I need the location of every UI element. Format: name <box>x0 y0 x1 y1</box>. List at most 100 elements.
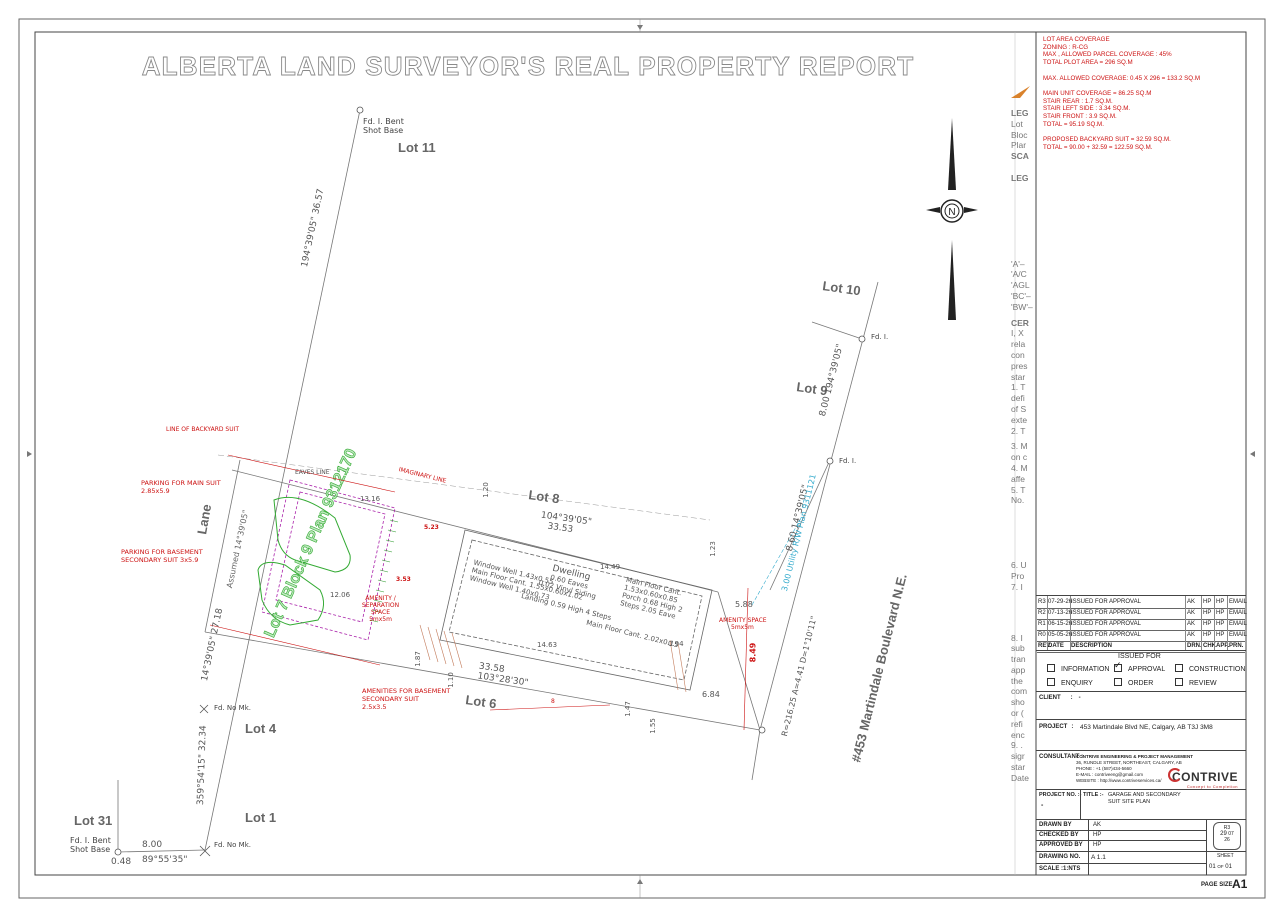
left-marker-icon <box>27 451 32 457</box>
revision-cell-prn: EMAIL <box>1229 610 1248 616</box>
revision-cell-rev: R0 <box>1038 632 1046 638</box>
revision-cell-desc: ISSUED FOR APPROVAL <box>1071 599 1141 605</box>
dim-12-06: 12.06 <box>330 591 351 599</box>
revision-cell-chk: HP <box>1203 621 1212 627</box>
legend-accent-icon <box>1011 86 1030 98</box>
street-label: #453 Martindale Boulevard N.E. <box>848 572 909 764</box>
dim-0-94: 0.94 <box>668 640 684 648</box>
lot-coverage-notes: LOT AREA COVERAGE ZONING : R-CG MAX , ALLO… <box>1043 36 1200 151</box>
revision-cell-prn: EMAIL <box>1229 599 1248 605</box>
revision-cell-date: 05-05-26 <box>1048 632 1073 638</box>
drawn-by-value: AK <box>1093 822 1102 828</box>
dim-1-47: 1.47 <box>623 701 632 717</box>
dim-1-55: 1.55 <box>648 718 657 734</box>
contrive-logo-icon <box>1168 768 1182 782</box>
revision-cell-chk: HP <box>1203 610 1212 616</box>
lot-1-label: Lot 1 <box>245 810 276 825</box>
scale-label: SCALE :1:NTS <box>1039 866 1081 872</box>
revision-cell-app: HP <box>1216 599 1225 605</box>
legend-partial: LEG Lot Bloc Plar SCA LEG 'A'– 'A/C 'AGL 'BC'– '… <box>1011 108 1033 783</box>
dim-6-84: 6.84 <box>702 690 720 699</box>
revision-cell-app: HP <box>1216 632 1225 638</box>
dim-13-16: 13.16 <box>360 495 381 503</box>
revision-cell-prn: PRN. <box>1229 643 1244 649</box>
base-bearing: 89°55'35" <box>142 855 188 865</box>
boundary-lines <box>117 109 879 853</box>
revision-cell-desc: DESCRIPTION <box>1071 643 1113 649</box>
dim-1-87: 1.87 <box>413 651 422 667</box>
title-label: TITLE :- <box>1083 792 1104 798</box>
fd-no-mk-left: Fd. No Mk. <box>214 704 251 712</box>
report-title: ALBERTA LAND SURVEYOR'S REAL PROPERTY RE… <box>142 51 915 81</box>
fd-no-mk-bottom: Fd. No Mk. <box>214 841 251 849</box>
lot-11-label: Lot 11 <box>398 140 436 155</box>
dim-5-88: 5.88 <box>735 600 753 609</box>
dim-3-53: 3.53 <box>396 576 411 583</box>
revision-cell-desc: ISSUED FOR APPROVAL <box>1071 632 1141 638</box>
fd-i-2: Fd. I. <box>839 457 857 465</box>
revision-cell-chk: HP <box>1203 632 1212 638</box>
lot-8-label: Lot 8 <box>528 487 561 506</box>
lot-31-label: Lot 31 <box>74 813 112 828</box>
lot-4-label: Lot 4 <box>245 721 277 736</box>
revision-cell-prn: EMAIL <box>1229 632 1248 638</box>
approved-by-label: APPROVED BY <box>1039 842 1083 848</box>
base-dist: 8.00 <box>142 840 163 850</box>
revision-cell-app: HP <box>1216 621 1225 627</box>
lot-10-label: Lot 10 <box>822 278 862 298</box>
revision-cell-date: 06-15-26 <box>1048 621 1073 627</box>
issued-review[interactable]: REVIEW <box>1175 678 1217 687</box>
fd-bent-top: Fd. I. Bent Shot Base <box>363 117 404 135</box>
right-marker-icon <box>1250 451 1255 457</box>
eaves-line-note: EAVES LINE <box>295 469 330 476</box>
drawing-sheet: ALBERTA LAND SURVEYOR'S REAL PROPERTY RE… <box>0 0 1280 909</box>
svg-text:N: N <box>948 207 955 218</box>
fd-bent-bottom: Fd. I. Bent Shot Base <box>70 836 111 854</box>
issued-construction[interactable]: CONSTRUCTION <box>1175 664 1245 673</box>
checked-by-value: HP <box>1093 832 1102 838</box>
revision-cell-chk: HP <box>1203 599 1212 605</box>
checked-by-label: CHECKED BY <box>1039 832 1079 838</box>
revision-cell-drn: AK <box>1187 610 1196 616</box>
revision-cell-drn: AK <box>1187 632 1196 638</box>
drawing-no-value: A 1.1 <box>1091 854 1106 861</box>
revision-cell-rev: R1 <box>1038 621 1046 627</box>
revision-cell-rev: R3 <box>1038 599 1046 605</box>
title-value: GARAGE AND SECONDARY SUIT SITE PLAN <box>1108 792 1181 805</box>
issued-information[interactable]: INFORMATION <box>1047 664 1109 673</box>
sheet-count: 01 OF 01 <box>1209 864 1232 870</box>
parking-main-note: PARKING FOR MAIN SUIT 2.85x5.9 <box>141 479 221 495</box>
revision-cell-app: HP <box>1216 610 1225 616</box>
issued-enquiry[interactable]: ENQUIRY <box>1047 678 1093 687</box>
parking-basement-note: PARKING FOR BASEMENT SECONDARY SUIT 3x5.9 <box>121 548 203 564</box>
amenities-basement-note: AMENITIES FOR BASEMENT SECONDARY SUIT 2.5x… <box>362 687 451 711</box>
revision-cell-rev: R2 <box>1038 610 1046 616</box>
revision-cell-drn: DRN. <box>1187 643 1202 649</box>
revision-cell-desc: ISSUED FOR APPROVAL <box>1071 621 1141 627</box>
revision-cell-drn: AK <box>1187 599 1196 605</box>
project-no-value: - <box>1041 802 1044 809</box>
dim-1-23: 1.23 <box>708 541 717 557</box>
project-no-label: PROJECT NO. :- <box>1039 792 1082 798</box>
dim-5-23: 5.23 <box>424 524 439 531</box>
issued-approval[interactable]: APPROVAL <box>1114 660 1165 673</box>
revision-cell-prn: EMAIL <box>1229 621 1248 627</box>
amenity-space-note: AMENITY SPACE 5mx5m <box>719 617 767 631</box>
revision-cell-date: 07-29-26 <box>1048 599 1073 605</box>
page-size-value: A1 <box>1232 877 1248 891</box>
backyard-suit-note: LINE OF BACKYARD SUIT <box>166 426 240 433</box>
dim-14-49: 14.49 <box>600 563 621 571</box>
dim-14-63: 14.63 <box>537 641 558 649</box>
dim-1-10: 1.10 <box>446 672 455 688</box>
drawing-no-label: DRAWING NO. <box>1039 854 1081 860</box>
fd-i-1: Fd. I. <box>871 333 889 341</box>
amenity-separation-note: AMENITY / SEPARATION SPACE 5mx5m <box>361 595 400 623</box>
drawn-by-label: DRAWN BY <box>1039 822 1072 828</box>
revision-cell-desc: ISSUED FOR APPROVAL <box>1071 610 1141 616</box>
issued-for-title: ISSUED FOR <box>1118 653 1161 660</box>
lot-6-label: Lot 6 <box>465 692 498 711</box>
lane-label: Lane <box>194 503 214 535</box>
north-arrow-icon: N <box>926 118 978 320</box>
revision-cell-drn: AK <box>1187 621 1196 627</box>
issued-order[interactable]: ORDER <box>1114 678 1153 687</box>
